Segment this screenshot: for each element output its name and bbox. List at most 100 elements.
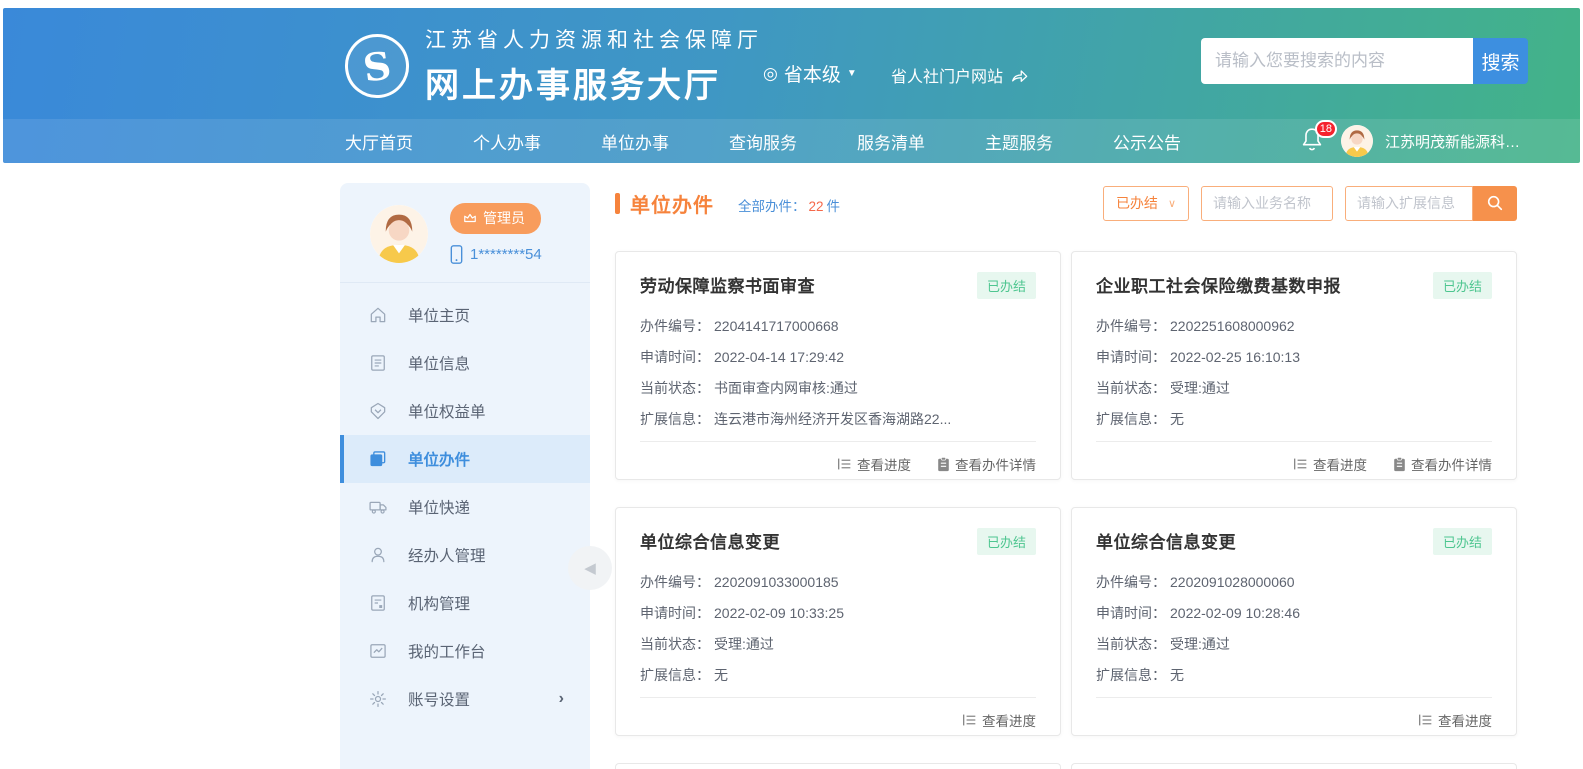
logged-in-company[interactable]: 江苏明茂新能源科… <box>1385 131 1520 152</box>
progress-icon <box>1293 457 1308 471</box>
field-label: 申请时间： <box>1096 342 1166 373</box>
sidebar-item-unit-cases[interactable]: 单位办件 <box>340 435 590 483</box>
location-icon: ◎ <box>763 64 778 84</box>
region-label: 省本级 <box>784 60 841 87</box>
view-progress-link[interactable]: 查看进度 <box>837 454 911 474</box>
field-label: 当前状态： <box>1096 629 1166 660</box>
field-label: 当前状态： <box>640 629 710 660</box>
detail-icon <box>937 457 950 472</box>
case-card: 单位综合信息变更 已办结 办件编号：2202091033000185 申请时间：… <box>615 507 1061 736</box>
sidebar-item-unit-rights[interactable]: 单位权益单 <box>340 387 590 435</box>
view-progress-link[interactable]: 查看进度 <box>1418 710 1492 730</box>
portal-site-link[interactable]: 省人社门户网站 <box>891 63 1028 87</box>
sidebar-item-unit-express[interactable]: 单位快递 <box>340 483 590 531</box>
case-title: 单位综合信息变更 <box>1096 528 1236 553</box>
region-selector[interactable]: ◎ 省本级 ▼ <box>763 60 857 87</box>
case-title: 劳动保障监察书面审查 <box>640 272 815 297</box>
sidebar-item-org-management[interactable]: 机构管理 <box>340 579 590 627</box>
total-count: 全部办件：22件 <box>738 195 840 215</box>
field-label: 当前状态： <box>640 373 710 404</box>
case-number: 2202251608000962 <box>1170 311 1295 342</box>
business-name-input[interactable] <box>1201 186 1333 221</box>
phone-number-text: 1********54 <box>470 246 542 263</box>
notification-bell[interactable]: 18 <box>1299 126 1329 156</box>
view-progress-link[interactable]: 查看进度 <box>962 710 1036 730</box>
case-title: 单位综合信息变更 <box>640 528 780 553</box>
profile-section: 管理员 1********54 <box>340 183 590 283</box>
field-label: 办件编号： <box>640 311 710 342</box>
nav-item-service-list[interactable]: 服务清单 <box>857 129 925 154</box>
chevron-right-icon: › <box>559 690 564 708</box>
admin-crown-icon <box>463 212 477 224</box>
case-card-grid: 劳动保障监察书面审查 已办结 办件编号：2204141717000668 申请时… <box>615 251 1517 769</box>
agency-logo-icon: S <box>341 29 413 101</box>
view-detail-link[interactable]: 查看办件详情 <box>1393 454 1492 474</box>
sidebar-item-unit-info[interactable]: 单位信息 <box>340 339 590 387</box>
home-icon <box>368 305 388 325</box>
current-status: 受理:通过 <box>1170 373 1230 404</box>
case-card: 单位综合信息变更 已办结 办件编号：2202091028000060 申请时间：… <box>1071 507 1517 736</box>
section-title: 单位办件 <box>630 189 714 218</box>
status-badge: 已办结 <box>1433 272 1492 299</box>
notification-count-badge: 18 <box>1315 120 1337 138</box>
field-label: 扩展信息： <box>640 404 710 435</box>
case-card: 企业职工社会保险缴费基数申报 已办结 办件编号：2202251608000962… <box>1071 251 1517 480</box>
org-icon <box>368 593 388 613</box>
sidebar: 管理员 1********54 单位主页 <box>340 183 590 769</box>
sidebar-item-agent-management[interactable]: 经办人管理 <box>340 531 590 579</box>
extended-info: 无 <box>714 660 728 691</box>
phone-number: 1********54 <box>450 245 542 264</box>
case-card-partial <box>1071 763 1517 769</box>
field-label: 申请时间： <box>640 342 710 373</box>
sidebar-item-account-settings[interactable]: 账号设置 › <box>340 675 590 723</box>
person-icon <box>368 545 388 565</box>
portal-link-label: 省人社门户网站 <box>891 63 1003 87</box>
view-detail-link[interactable]: 查看办件详情 <box>937 454 1036 474</box>
case-number: 2202091033000185 <box>714 567 839 598</box>
case-number: 2204141717000668 <box>714 311 839 342</box>
extended-info-input[interactable] <box>1345 186 1473 221</box>
sidebar-collapse-button[interactable]: ◀ <box>568 546 612 590</box>
case-card-partial <box>615 763 1061 769</box>
apply-time: 2022-02-09 10:33:25 <box>714 598 844 629</box>
sidebar-item-workbench[interactable]: 我的工作台 <box>340 627 590 675</box>
gear-icon <box>368 689 388 709</box>
role-badge-label: 管理员 <box>483 208 525 228</box>
nav-item-unit[interactable]: 单位办事 <box>601 129 669 154</box>
user-avatar[interactable] <box>1341 125 1373 157</box>
page: S 江苏省人力资源和社会保障厅 网上办事服务大厅 ◎ 省本级 ▼ 省人社门户网站… <box>0 0 1583 769</box>
detail-icon <box>1393 457 1406 472</box>
chevron-down-icon: ▼ <box>847 68 857 79</box>
extended-info: 无 <box>1170 404 1184 435</box>
nav-item-query[interactable]: 查询服务 <box>729 129 797 154</box>
extended-info: 连云港市海州经济开发区香海湖路22... <box>714 404 951 435</box>
case-title: 企业职工社会保险缴费基数申报 <box>1096 272 1341 297</box>
current-status: 书面审查内网审核:通过 <box>714 373 858 404</box>
nav-item-theme[interactable]: 主题服务 <box>985 129 1053 154</box>
nav-item-home[interactable]: 大厅首页 <box>345 129 413 154</box>
nav-item-personal[interactable]: 个人办事 <box>473 129 541 154</box>
filter-bar: 已办结 ∨ <box>1103 186 1517 221</box>
status-badge: 已办结 <box>977 528 1036 555</box>
status-badge: 已办结 <box>1433 528 1492 555</box>
progress-icon <box>962 713 977 727</box>
status-filter-dropdown[interactable]: 已办结 ∨ <box>1103 186 1189 221</box>
brand: S 江苏省人力资源和社会保障厅 网上办事服务大厅 <box>345 24 763 107</box>
profile-avatar[interactable] <box>370 205 428 263</box>
view-progress-link[interactable]: 查看进度 <box>1293 454 1367 474</box>
filter-search-button[interactable] <box>1473 186 1517 221</box>
progress-icon <box>837 457 852 471</box>
current-status: 受理:通过 <box>714 629 774 660</box>
nav-item-announcements[interactable]: 公示公告 <box>1113 129 1181 154</box>
main-nav: 大厅首页 个人办事 单位办事 查询服务 服务清单 主题服务 公示公告 18 <box>3 119 1580 163</box>
apply-time: 2022-04-14 17:29:42 <box>714 342 844 373</box>
search-button[interactable]: 搜索 <box>1473 38 1528 84</box>
current-status: 受理:通过 <box>1170 629 1230 660</box>
badge-icon <box>368 401 388 421</box>
magnifier-icon <box>1486 194 1504 212</box>
field-label: 当前状态： <box>1096 373 1166 404</box>
sidebar-item-unit-home[interactable]: 单位主页 <box>340 291 590 339</box>
search-input[interactable] <box>1201 38 1473 84</box>
sidebar-menu: 单位主页 单位信息 单位权益单 单位办件 <box>340 283 590 723</box>
chevron-down-icon: ∨ <box>1168 197 1176 210</box>
